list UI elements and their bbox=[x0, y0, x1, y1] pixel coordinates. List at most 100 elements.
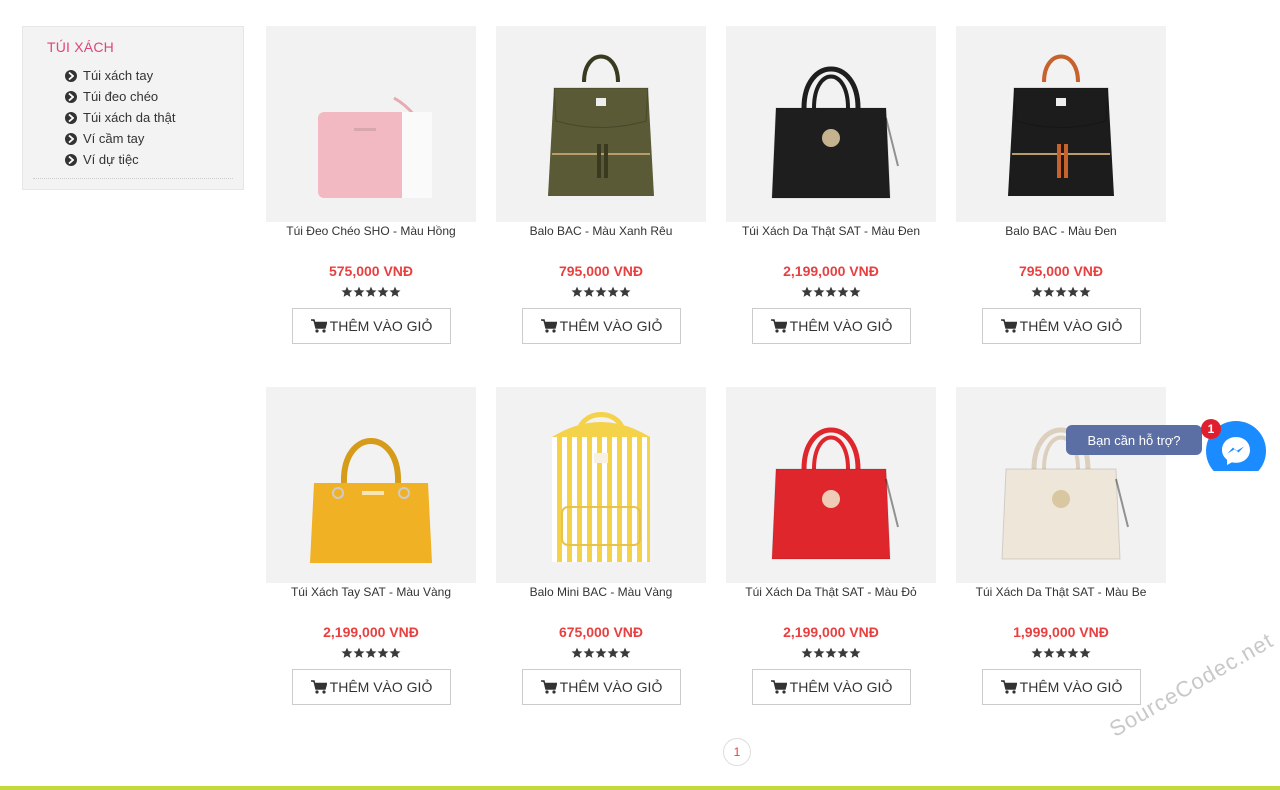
product-price: 575,000 VNĐ bbox=[328, 263, 414, 279]
rating-star bbox=[619, 647, 631, 659]
star-icon bbox=[353, 286, 365, 297]
cart-icon bbox=[770, 680, 787, 694]
rating-star bbox=[607, 286, 619, 298]
rating-star bbox=[607, 647, 619, 659]
star-icon bbox=[849, 647, 861, 658]
product-rating bbox=[266, 286, 476, 301]
product-name[interactable]: Balo BAC - Màu Đen bbox=[956, 224, 1166, 238]
product-image[interactable] bbox=[726, 26, 936, 222]
sidebar-divider bbox=[33, 178, 233, 179]
star-icon bbox=[825, 286, 837, 297]
rating-star bbox=[583, 647, 595, 659]
rating-star bbox=[1055, 286, 1067, 298]
rating-star bbox=[595, 286, 607, 298]
cart-icon bbox=[310, 319, 327, 333]
sidebar-item-tui-xach-tay[interactable]: Túi xách tay bbox=[65, 65, 176, 86]
product-card: Balo BAC - Màu Đen 795,000 VNĐ THÊM VÀO … bbox=[956, 26, 1166, 356]
rating-star bbox=[389, 286, 401, 298]
star-icon bbox=[837, 286, 849, 297]
star-icon bbox=[595, 647, 607, 658]
add-to-cart-button[interactable]: THÊM VÀO GIỎ bbox=[752, 308, 911, 344]
add-to-cart-button[interactable]: THÊM VÀO GIỎ bbox=[982, 308, 1141, 344]
star-icon bbox=[607, 286, 619, 297]
product-name[interactable]: Balo BAC - Màu Xanh Rêu bbox=[496, 224, 706, 238]
rating-star bbox=[1031, 286, 1043, 298]
product-price: 675,000 VNĐ bbox=[558, 624, 644, 640]
sidebar-title[interactable]: TÚI XÁCH bbox=[47, 39, 114, 55]
star-icon bbox=[837, 647, 849, 658]
rating-star bbox=[1079, 647, 1091, 659]
product-price: 2,199,000 VNĐ bbox=[783, 263, 879, 279]
product-name[interactable]: Túi Xách Da Thật SAT - Màu Đen bbox=[726, 224, 936, 238]
star-icon bbox=[1079, 286, 1091, 297]
product-image[interactable] bbox=[496, 26, 706, 222]
rating-star bbox=[619, 286, 631, 298]
star-icon bbox=[1067, 286, 1079, 297]
product-price: 795,000 VNĐ bbox=[558, 263, 644, 279]
rating-star bbox=[825, 286, 837, 298]
rating-star bbox=[1043, 647, 1055, 659]
add-to-cart-label: THÊM VÀO GIỎ bbox=[329, 318, 433, 334]
product-card: Túi Xách Tay SAT - Màu Vàng 2,199,000 VN… bbox=[266, 387, 476, 717]
rating-star bbox=[341, 647, 353, 659]
product-image[interactable] bbox=[266, 387, 476, 583]
add-to-cart-label: THÊM VÀO GIỎ bbox=[789, 679, 893, 695]
rating-star bbox=[389, 647, 401, 659]
product-rating bbox=[496, 647, 706, 662]
product-name[interactable]: Túi Xách Tay SAT - Màu Vàng bbox=[266, 585, 476, 599]
product-image-art bbox=[1001, 427, 1129, 560]
add-to-cart-label: THÊM VÀO GIỎ bbox=[1019, 318, 1123, 334]
product-rating bbox=[726, 647, 936, 662]
product-image[interactable] bbox=[956, 387, 1166, 583]
rating-star bbox=[1067, 647, 1079, 659]
sidebar-item-vi-cam-tay[interactable]: Ví cầm tay bbox=[65, 128, 176, 149]
add-to-cart-button[interactable]: THÊM VÀO GIỎ bbox=[982, 669, 1141, 705]
rating-star bbox=[825, 647, 837, 659]
star-icon bbox=[377, 647, 389, 658]
product-name[interactable]: Túi Xách Da Thật SAT - Màu Be bbox=[956, 585, 1166, 599]
rating-star bbox=[583, 286, 595, 298]
rating-star bbox=[849, 286, 861, 298]
star-icon bbox=[583, 286, 595, 297]
rating-star bbox=[571, 647, 583, 659]
product-rating bbox=[956, 286, 1166, 301]
messenger-prompt[interactable]: Bạn cần hỗ trợ? bbox=[1066, 425, 1202, 455]
add-to-cart-button[interactable]: THÊM VÀO GIỎ bbox=[752, 669, 911, 705]
rating-star bbox=[1079, 286, 1091, 298]
sidebar-item-tui-xach-da-that[interactable]: Túi xách da thật bbox=[65, 107, 176, 128]
product-image[interactable] bbox=[956, 26, 1166, 222]
sidebar-item-label: Túi đeo chéo bbox=[83, 89, 159, 104]
star-icon bbox=[389, 647, 401, 658]
rating-star bbox=[849, 647, 861, 659]
rating-star bbox=[353, 286, 365, 298]
cart-icon bbox=[540, 319, 557, 333]
product-name[interactable]: Túi Đeo Chéo SHO - Màu Hồng bbox=[266, 224, 476, 238]
product-price: 1,999,000 VNĐ bbox=[1013, 624, 1109, 640]
sidebar-item-vi-du-tiec[interactable]: Ví dự tiệc bbox=[65, 149, 176, 170]
chevron-right-icon bbox=[65, 90, 77, 103]
product-image[interactable] bbox=[496, 387, 706, 583]
product-rating bbox=[726, 286, 936, 301]
rating-star bbox=[801, 647, 813, 659]
product-rating bbox=[266, 647, 476, 662]
product-name[interactable]: Balo Mini BAC - Màu Vàng bbox=[496, 585, 706, 599]
sidebar-item-tui-deo-cheo[interactable]: Túi đeo chéo bbox=[65, 86, 176, 107]
add-to-cart-button[interactable]: THÊM VÀO GIỎ bbox=[522, 669, 681, 705]
rating-star bbox=[571, 286, 583, 298]
product-card: Túi Xách Da Thật SAT - Màu Đỏ 2,199,000 … bbox=[726, 387, 936, 717]
product-name[interactable]: Túi Xách Da Thật SAT - Màu Đỏ bbox=[726, 585, 936, 599]
chevron-right-icon bbox=[65, 132, 77, 145]
star-icon bbox=[377, 286, 389, 297]
product-image-art bbox=[318, 96, 433, 198]
add-to-cart-button[interactable]: THÊM VÀO GIỎ bbox=[292, 308, 451, 344]
product-price: 795,000 VNĐ bbox=[1018, 263, 1104, 279]
rating-star bbox=[813, 286, 825, 298]
product-image[interactable] bbox=[266, 26, 476, 222]
product-card: Balo BAC - Màu Xanh Rêu 795,000 VNĐ THÊM… bbox=[496, 26, 706, 356]
product-image[interactable] bbox=[726, 387, 936, 583]
pagination-page-1[interactable]: 1 bbox=[723, 738, 751, 766]
rating-star bbox=[813, 647, 825, 659]
add-to-cart-button[interactable]: THÊM VÀO GIỎ bbox=[292, 669, 451, 705]
rating-star bbox=[1067, 286, 1079, 298]
add-to-cart-button[interactable]: THÊM VÀO GIỎ bbox=[522, 308, 681, 344]
